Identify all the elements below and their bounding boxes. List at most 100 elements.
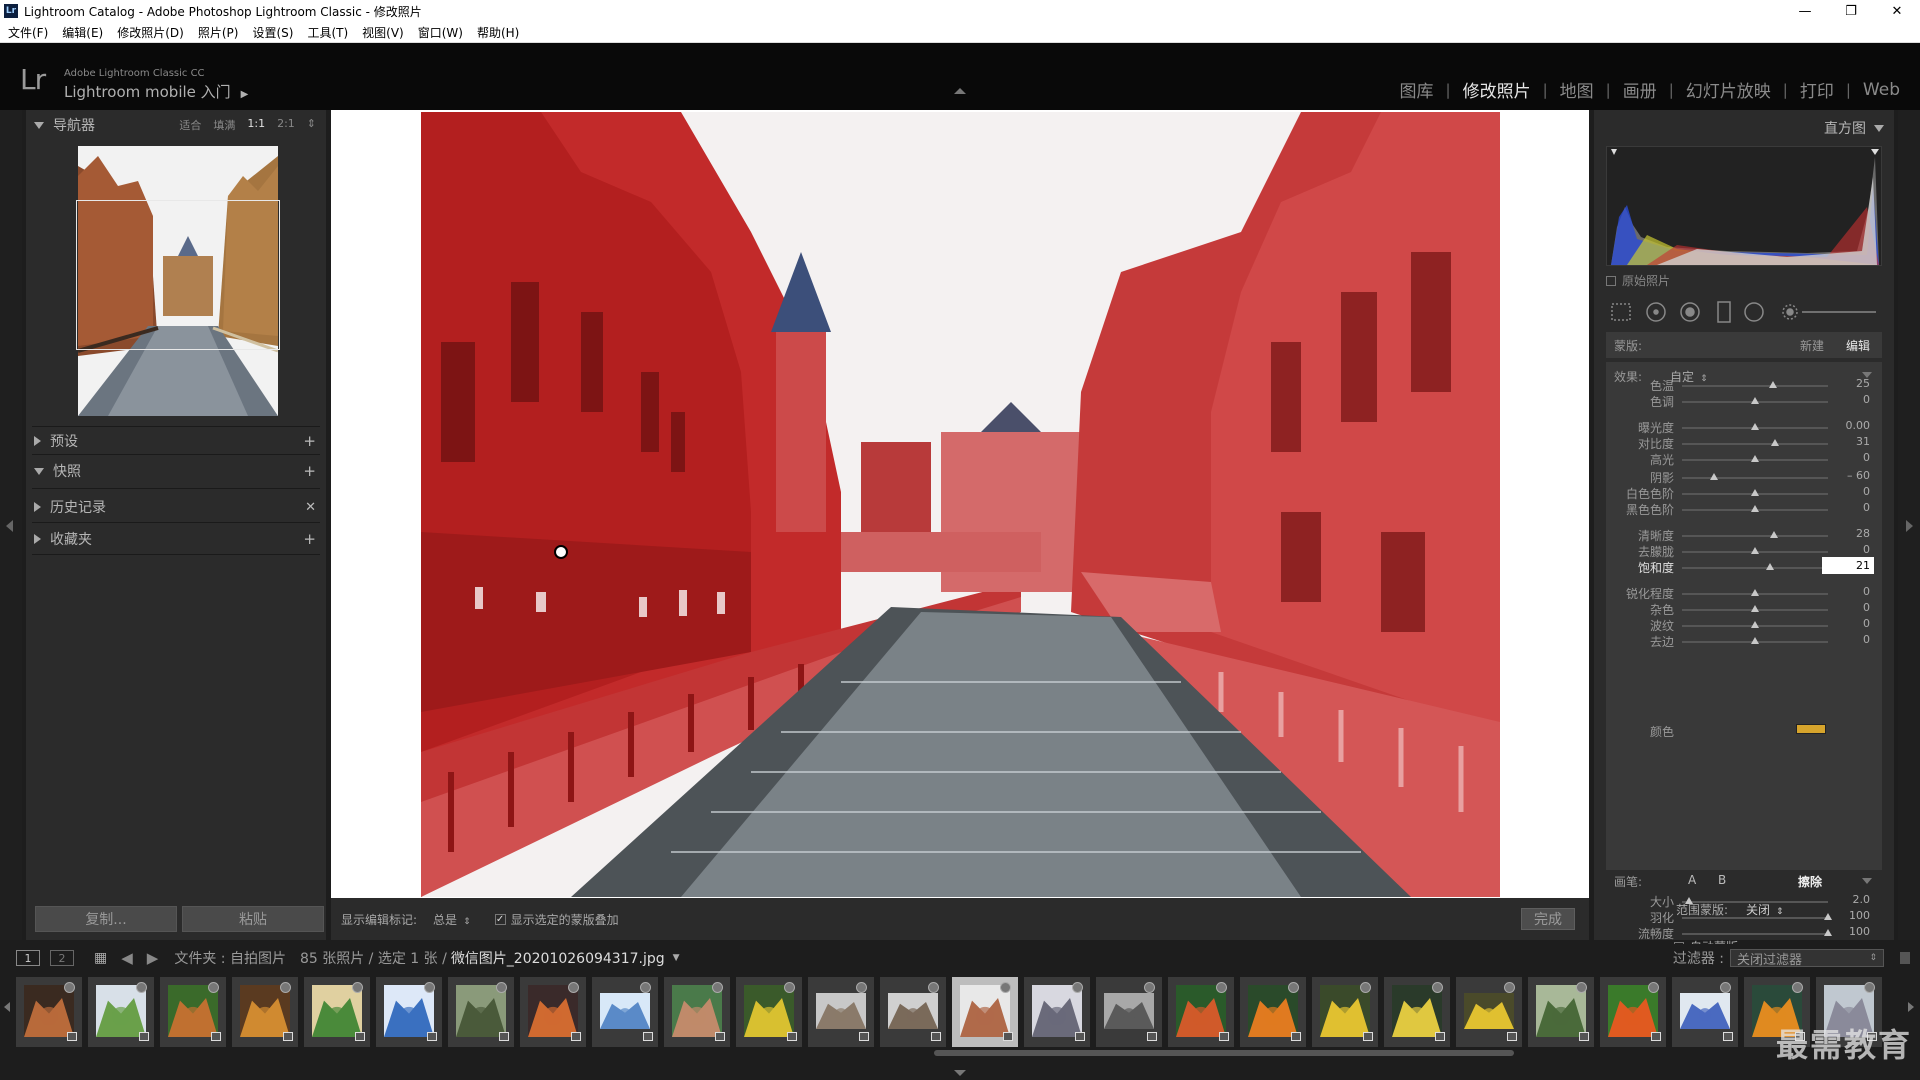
module-print[interactable]: 打印	[1788, 77, 1846, 102]
filmstrip-thumbnail[interactable]	[1672, 977, 1738, 1047]
module-library[interactable]: 图库	[1388, 77, 1446, 102]
brush-erase-button[interactable]: 擦除	[1798, 873, 1822, 890]
color-swatch[interactable]	[1796, 724, 1826, 734]
menu-tools[interactable]: 工具(T)	[307, 24, 348, 41]
slider-thumb[interactable]	[1751, 397, 1759, 404]
histogram[interactable]	[1606, 146, 1882, 266]
close-icon[interactable]: ✕	[1874, 0, 1920, 22]
right-panel-toggle[interactable]	[1898, 110, 1920, 940]
module-book[interactable]: 画册	[1611, 77, 1669, 102]
filmstrip-thumbnail[interactable]	[1168, 977, 1234, 1047]
filmstrip-right-icon[interactable]	[1908, 1002, 1914, 1012]
navigator-zoom-frame[interactable]	[76, 200, 280, 350]
filmstrip-scrollbar[interactable]	[934, 1050, 1514, 1056]
filter-select[interactable]: 关闭过滤器 ⇕	[1730, 949, 1884, 968]
filmstrip-thumbnail[interactable]	[160, 977, 226, 1047]
brush-a-button[interactable]: A	[1688, 873, 1696, 887]
slider-track[interactable]	[1682, 567, 1828, 569]
range-mask-select[interactable]: 关闭 ⇕	[1746, 901, 1784, 918]
selected-filename[interactable]: 微信图片_20201026094317.jpg	[451, 948, 665, 968]
slider-thumb[interactable]	[1751, 547, 1759, 554]
slider-value[interactable]: 0	[1863, 601, 1870, 614]
slider-thumb[interactable]	[1710, 473, 1719, 480]
mask-edit-button[interactable]: 编辑	[1846, 337, 1870, 354]
copy-settings-button[interactable]: 复制...	[35, 906, 177, 932]
image-canvas[interactable]	[331, 110, 1589, 898]
slider-value[interactable]: 31	[1856, 435, 1870, 448]
presets-header[interactable]: 预设 +	[34, 430, 318, 452]
filmstrip-thumbnail[interactable]	[304, 977, 370, 1047]
collapse-top-icon[interactable]	[954, 88, 966, 94]
history-header[interactable]: 历史记录 ✕	[34, 496, 318, 518]
histogram-header[interactable]: 直方图	[1824, 118, 1884, 138]
menu-help[interactable]: 帮助(H)	[477, 24, 519, 41]
slider-thumb[interactable]	[1751, 423, 1759, 430]
back-arrow-icon[interactable]: ◀	[121, 949, 133, 967]
slider-thumb[interactable]	[1768, 381, 1777, 388]
collections-header[interactable]: 收藏夹 +	[34, 528, 318, 550]
menu-edit[interactable]: 编辑(E)	[62, 24, 103, 41]
slider-thumb[interactable]	[1751, 489, 1759, 496]
folder-path[interactable]: 文件夹 : 自拍图片	[174, 948, 286, 968]
slider-value[interactable]: 28	[1856, 527, 1870, 540]
paste-settings-button[interactable]: 粘贴	[182, 906, 324, 932]
left-panel-toggle[interactable]	[0, 110, 22, 940]
photo-with-mask-overlay[interactable]	[421, 112, 1500, 897]
menu-develop[interactable]: 修改照片(D)	[117, 24, 184, 41]
window-1-button[interactable]: 1	[16, 950, 40, 966]
collapse-bottom-icon[interactable]	[954, 1070, 966, 1076]
slider-thumb[interactable]	[1751, 621, 1759, 628]
filmstrip-left-icon[interactable]	[4, 1002, 10, 1012]
zoom-1-1[interactable]: 1:1	[247, 117, 265, 133]
slider-track[interactable]	[1682, 385, 1828, 387]
slider-thumb[interactable]	[1771, 439, 1780, 446]
add-snapshot-icon[interactable]: +	[303, 462, 316, 480]
filmstrip-thumbnail[interactable]	[88, 977, 154, 1047]
chevron-down-icon[interactable]: ▼	[673, 953, 680, 963]
filmstrip-thumbnail[interactable]	[376, 977, 442, 1047]
filmstrip-thumbnail[interactable]	[1024, 977, 1090, 1047]
filmstrip-thumbnail[interactable]	[664, 977, 730, 1047]
module-develop[interactable]: 修改照片	[1451, 77, 1543, 102]
brush-b-button[interactable]: B	[1718, 873, 1726, 887]
done-button[interactable]: 完成	[1521, 908, 1575, 930]
zoom-2-1[interactable]: 2:1	[277, 117, 295, 133]
brush-slider-value[interactable]: 100	[1849, 925, 1870, 938]
filmstrip-thumbnail[interactable]	[1240, 977, 1306, 1047]
filmstrip-thumbnail[interactable]	[1456, 977, 1522, 1047]
slider-value[interactable]: 0	[1863, 485, 1870, 498]
slider-thumb[interactable]	[1751, 455, 1759, 462]
filter-lock-icon[interactable]	[1900, 952, 1910, 964]
slider-value[interactable]: – 60	[1847, 469, 1870, 482]
module-map[interactable]: 地图	[1548, 77, 1606, 102]
slider-thumb[interactable]	[1769, 531, 1778, 538]
maximize-icon[interactable]: ❐	[1828, 0, 1874, 22]
filmstrip-thumbnail[interactable]	[1312, 977, 1378, 1047]
slider-thumb[interactable]	[1765, 563, 1774, 570]
menu-window[interactable]: 窗口(W)	[418, 24, 463, 41]
zoom-fit[interactable]: 适合	[179, 117, 201, 133]
slider-thumb[interactable]	[1751, 605, 1759, 612]
zoom-more-icon[interactable]: ⇕	[307, 117, 316, 133]
slider-value[interactable]: 0	[1863, 451, 1870, 464]
menu-photo[interactable]: 照片(P)	[198, 24, 239, 41]
menu-file[interactable]: 文件(F)	[8, 24, 48, 41]
slider-thumb[interactable]	[1751, 505, 1759, 512]
brush-slider-thumb[interactable]	[1824, 929, 1832, 936]
filmstrip-thumbnail[interactable]	[1384, 977, 1450, 1047]
slider-value[interactable]: 0	[1863, 543, 1870, 556]
mobile-link[interactable]: Lightroom mobile 入门 ▶	[64, 81, 248, 102]
slider-track[interactable]	[1682, 535, 1828, 537]
add-collection-icon[interactable]: +	[303, 530, 316, 548]
show-markers-select[interactable]: 总是 ⇕	[433, 911, 471, 928]
zoom-fill[interactable]: 填满	[213, 117, 235, 133]
slider-value[interactable]: 0	[1863, 393, 1870, 406]
filmstrip-thumbnail[interactable]	[880, 977, 946, 1047]
module-web[interactable]: Web	[1851, 80, 1912, 100]
filmstrip-thumbnail[interactable]	[736, 977, 802, 1047]
module-slideshow[interactable]: 幻灯片放映	[1674, 77, 1783, 102]
forward-arrow-icon[interactable]: ▶	[147, 949, 159, 967]
filmstrip-thumbnail[interactable]	[232, 977, 298, 1047]
filmstrip-thumbnail[interactable]	[808, 977, 874, 1047]
show-mask-overlay-checkbox[interactable]: ✓ 显示选定的蒙版叠加	[494, 911, 619, 928]
